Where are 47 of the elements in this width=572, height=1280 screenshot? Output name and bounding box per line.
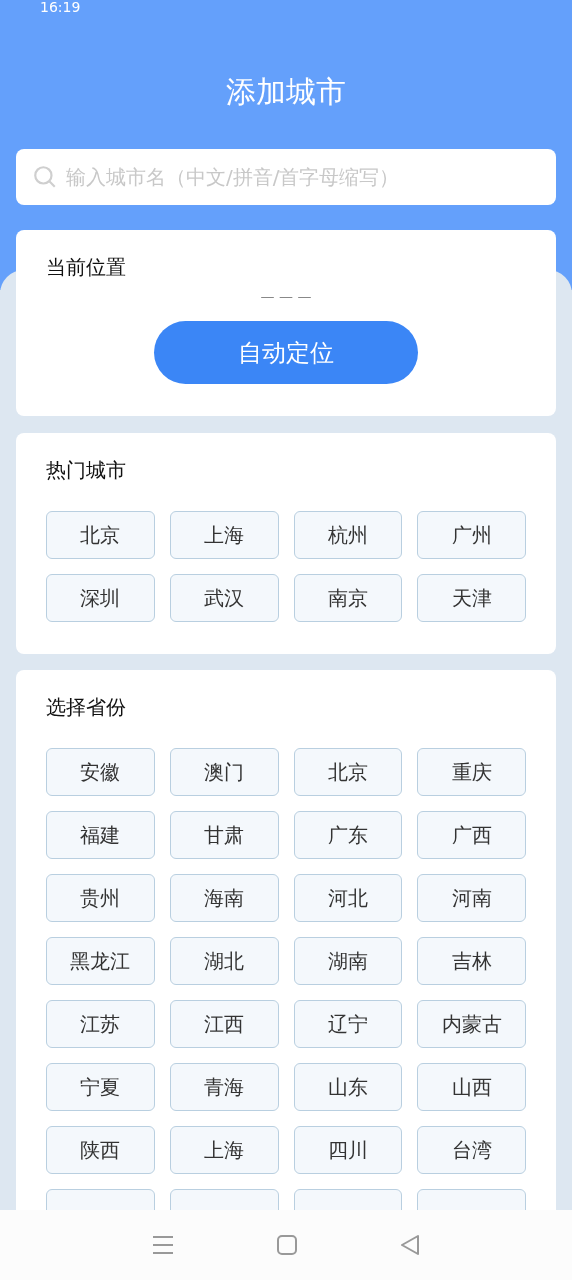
city-button[interactable]: 贵州 <box>46 874 155 922</box>
city-button[interactable]: 福建 <box>46 811 155 859</box>
status-time: 16:19 <box>40 0 81 14</box>
back-icon[interactable] <box>400 1235 421 1255</box>
city-button[interactable]: 吉林 <box>417 937 526 985</box>
card-title: 当前位置 <box>46 254 127 281</box>
card-title: 热门城市 <box>46 457 127 484</box>
search-icon <box>32 164 58 190</box>
city-button[interactable]: 上海 <box>169 511 279 559</box>
city-button[interactable]: 四川 <box>293 1126 403 1174</box>
city-button[interactable]: 天津 <box>417 574 526 622</box>
city-button[interactable]: 湖北 <box>169 937 279 985</box>
city-button[interactable]: 内蒙古 <box>417 1000 526 1048</box>
city-button[interactable]: 江苏 <box>46 1000 155 1048</box>
city-button[interactable]: 北京 <box>293 748 403 796</box>
city-button[interactable]: 上海 <box>169 1126 279 1174</box>
city-button[interactable]: 武汉 <box>169 574 279 622</box>
city-button[interactable]: 青海 <box>169 1063 279 1111</box>
city-button[interactable]: 甘肃 <box>169 811 279 859</box>
city-button[interactable]: 广东 <box>293 811 403 859</box>
city-button[interactable]: 南京 <box>293 574 403 622</box>
auto-locate-button[interactable]: 自动定位 <box>154 321 418 384</box>
city-button[interactable]: 山西 <box>417 1063 526 1111</box>
city-button[interactable]: 杭州 <box>293 511 403 559</box>
city-button[interactable]: 海南 <box>169 874 279 922</box>
card-title: 选择省份 <box>46 694 127 721</box>
city-button[interactable]: 澳门 <box>169 748 279 796</box>
city-button[interactable]: 重庆 <box>417 748 526 796</box>
menu-icon[interactable] <box>151 1235 174 1255</box>
city-button[interactable]: 河北 <box>293 874 403 922</box>
city-button[interactable]: 辽宁 <box>293 1000 403 1048</box>
city-button[interactable]: 安徽 <box>46 748 155 796</box>
city-button[interactable]: 深圳 <box>46 574 155 622</box>
page-title: 添加城市 <box>225 73 347 111</box>
city-button[interactable]: 河南 <box>417 874 526 922</box>
city-button[interactable]: 山东 <box>293 1063 403 1111</box>
city-button[interactable]: 湖南 <box>293 937 403 985</box>
city-button[interactable]: 江西 <box>169 1000 279 1048</box>
location-value: — — — <box>259 288 313 304</box>
city-button[interactable]: 广西 <box>417 811 526 859</box>
city-button[interactable]: 广州 <box>417 511 526 559</box>
city-button[interactable]: 陕西 <box>46 1126 155 1174</box>
city-button[interactable]: 北京 <box>46 511 155 559</box>
home-icon[interactable] <box>277 1235 297 1255</box>
city-button[interactable]: 黑龙江 <box>46 937 155 985</box>
city-button[interactable]: 台湾 <box>417 1126 526 1174</box>
city-button[interactable]: 宁夏 <box>46 1063 155 1111</box>
